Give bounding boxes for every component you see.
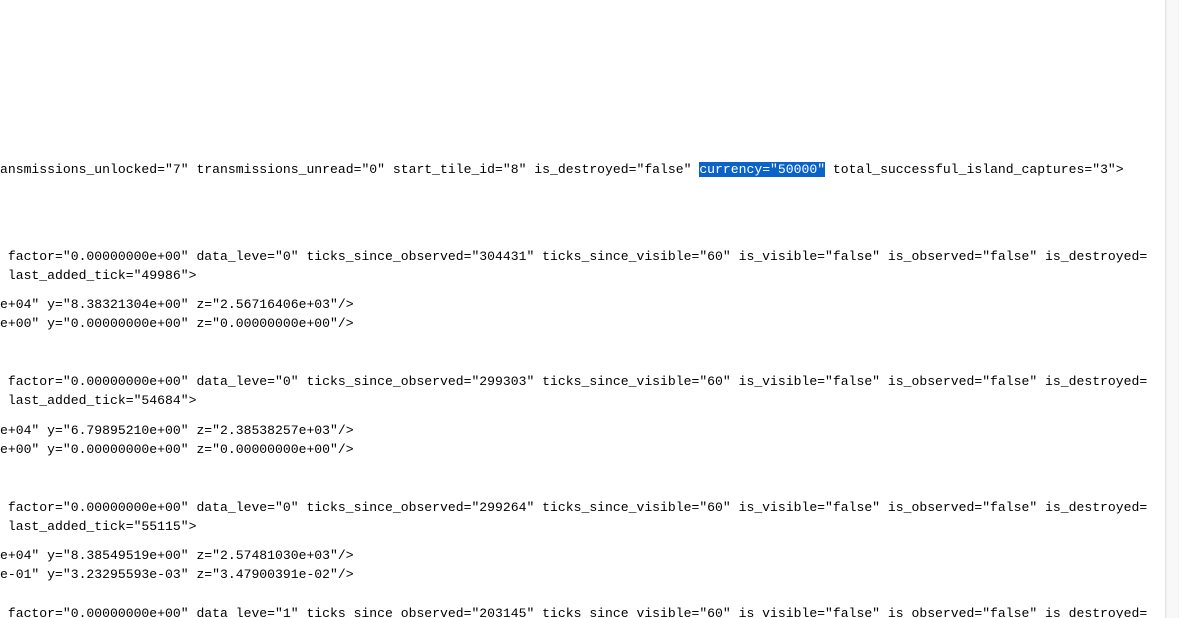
vertical-scrollbar[interactable]: [1165, 0, 1179, 618]
line-5[interactable]: e+00" y="0.00000000e+00" z="0.00000000e+…: [0, 315, 354, 334]
line-7[interactable]: last_added_tick="54684">: [0, 392, 196, 411]
line-1-pre: ansmissions_unlocked="7" transmissions_u…: [0, 162, 699, 177]
line-12[interactable]: e+04" y="8.38549519e+00" z="2.57481030e+…: [0, 547, 354, 566]
line-14[interactable]: factor="0.00000000e+00" data_leve="1" ti…: [0, 605, 1147, 618]
line-10[interactable]: factor="0.00000000e+00" data_leve="0" ti…: [0, 499, 1147, 518]
line-13[interactable]: e-01" y="3.23295593e-03" z="3.47900391e-…: [0, 566, 354, 585]
line-8[interactable]: e+04" y="6.79895210e+00" z="2.38538257e+…: [0, 422, 354, 441]
line-1-selection[interactable]: currency="50000": [699, 162, 825, 177]
line-3[interactable]: last_added_tick="49986">: [0, 267, 196, 286]
vertical-scrollbar-thumb[interactable]: [1167, 0, 1178, 618]
line-9[interactable]: e+00" y="0.00000000e+00" z="0.00000000e+…: [0, 441, 354, 460]
line-11[interactable]: last_added_tick="55115">: [0, 518, 196, 537]
line-1[interactable]: ansmissions_unlocked="7" transmissions_u…: [0, 161, 1124, 180]
line-1-post: total_successful_island_captures="3">: [825, 162, 1124, 177]
text-viewport[interactable]: ansmissions_unlocked="7" transmissions_u…: [0, 0, 1166, 618]
line-2[interactable]: factor="0.00000000e+00" data_leve="0" ti…: [0, 248, 1147, 267]
line-6[interactable]: factor="0.00000000e+00" data_leve="0" ti…: [0, 373, 1147, 392]
line-4[interactable]: e+04" y="8.38321304e+00" z="2.56716406e+…: [0, 296, 354, 315]
